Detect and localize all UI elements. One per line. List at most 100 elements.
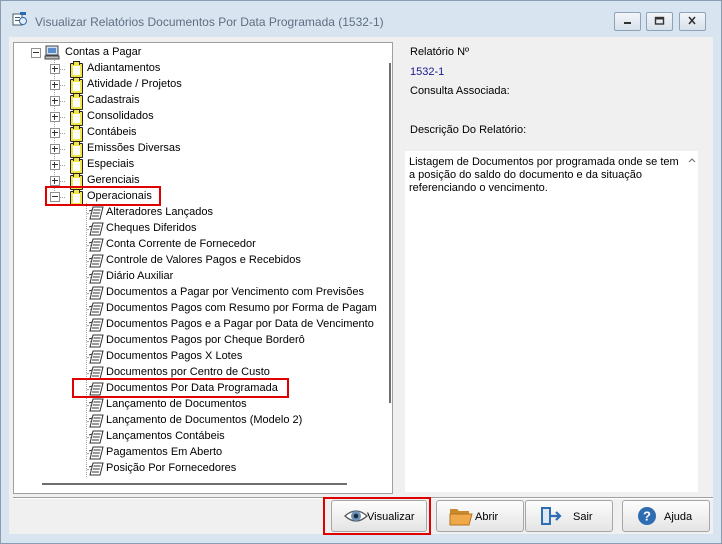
report-number-value: 1532-1: [410, 66, 445, 78]
report-document-icon: [89, 334, 104, 348]
tree-horizontal-scrollbar[interactable]: [14, 479, 380, 493]
tree-report-item[interactable]: Conta Corrente de Fornecedor: [14, 237, 380, 253]
tree-root-node[interactable]: Contas a Pagar: [14, 45, 374, 61]
tree-root-label: Contas a Pagar: [65, 46, 142, 58]
report-document-icon: [89, 398, 104, 412]
tree-folder-label: Contábeis: [87, 126, 137, 138]
sair-label: Sair: [573, 511, 593, 523]
exit-door-icon: [541, 507, 562, 525]
tree-folder-node[interactable]: Adiantamentos: [14, 61, 374, 78]
expand-icon[interactable]: [50, 112, 60, 122]
report-number-label: Relatório Nº: [410, 46, 470, 58]
minimize-button[interactable]: [614, 12, 641, 31]
tree-report-label: Controle de Valores Pagos e Recebidos: [106, 254, 301, 266]
report-document-icon: [89, 270, 104, 284]
scroll-up-arrow-icon: [688, 158, 696, 163]
expand-icon[interactable]: [50, 144, 60, 154]
report-folder-icon: [70, 141, 83, 158]
tree-report-item[interactable]: Documentos Pagos X Lotes: [14, 349, 380, 365]
description-label: Descrição Do Relatório:: [410, 124, 527, 136]
sair-button[interactable]: Sair: [525, 500, 613, 532]
tree-report-item[interactable]: Documentos Pagos e a Pagar por Data de V…: [14, 317, 380, 333]
tree-report-item[interactable]: Diário Auxiliar: [14, 269, 380, 285]
report-document-icon: [89, 254, 104, 268]
tree-vertical-scrollbar[interactable]: [382, 43, 392, 493]
tree-report-label: Alteradores Lançados: [106, 206, 214, 218]
tree-folder-label: Cadastrais: [87, 94, 140, 106]
help-icon: ?: [638, 507, 656, 525]
report-app-icon: [12, 12, 27, 26]
maximize-button[interactable]: [646, 12, 673, 31]
tree-report-label: Documentos Pagos X Lotes: [106, 350, 243, 362]
tree-report-item[interactable]: Documentos Pagos com Resumo por Forma de…: [14, 301, 380, 317]
description-scrollbar[interactable]: [686, 151, 698, 492]
tree-report-item[interactable]: Documentos a Pagar por Vencimento com Pr…: [14, 285, 380, 301]
description-text: Listagem de Documentos por programada on…: [409, 156, 679, 194]
tree-vertical-scroll-thumb[interactable]: [389, 63, 391, 403]
selected-report-highlight: [72, 378, 289, 398]
tree-report-label: Cheques Diferidos: [106, 222, 197, 234]
tree-report-label: Lançamento de Documentos: [106, 398, 247, 410]
query-label: Consulta Associada:: [410, 85, 510, 97]
visualizar-highlight: [323, 497, 431, 535]
report-document-icon: [89, 446, 104, 460]
report-document-icon: [89, 206, 104, 220]
tree-report-item[interactable]: Lançamentos Contábeis: [14, 429, 380, 445]
tree-report-item[interactable]: Documentos Pagos por Cheque Borderô: [14, 333, 380, 349]
report-tree-content: Contas a Pagar Adiantamentos Atividade / P…: [14, 43, 380, 478]
computer-icon: [44, 45, 60, 60]
tree-report-item[interactable]: Controle de Valores Pagos e Recebidos: [14, 253, 380, 269]
tree-report-label: Documentos Pagos e a Pagar por Data de V…: [106, 318, 374, 330]
tree-folder-label: Especiais: [87, 158, 135, 170]
close-icon: [688, 16, 696, 25]
abrir-button[interactable]: Abrir: [436, 500, 524, 532]
minimize-icon: [624, 22, 631, 24]
operacionais-highlight: [45, 186, 161, 206]
tree-report-label: Documentos a Pagar por Vencimento com Pr…: [106, 286, 365, 298]
tree-report-item[interactable]: Cheques Diferidos: [14, 221, 380, 237]
expand-icon[interactable]: [50, 96, 60, 106]
report-document-icon: [89, 414, 104, 428]
tree-report-item[interactable]: Pagamentos Em Aberto: [14, 445, 380, 461]
tree-report-label: Lançamentos Contábeis: [106, 430, 225, 442]
tree-folder-node[interactable]: Contábeis: [14, 125, 374, 142]
report-document-icon: [89, 286, 104, 300]
tree-report-item[interactable]: Lançamento de Documentos (Modelo 2): [14, 413, 380, 429]
tree-report-label: Documentos por Centro de Custo: [106, 366, 270, 378]
report-document-icon: [89, 318, 104, 332]
tree-report-label: Pagamentos Em Aberto: [106, 446, 223, 458]
report-document-icon: [89, 430, 104, 444]
collapse-icon[interactable]: [31, 48, 41, 58]
report-folder-icon: [70, 157, 83, 174]
expand-icon[interactable]: [50, 64, 60, 74]
report-folder-icon: [70, 125, 83, 142]
report-folder-icon: [70, 109, 83, 126]
expand-icon[interactable]: [50, 80, 60, 90]
ajuda-label: Ajuda: [664, 511, 693, 523]
tree-report-item[interactable]: Lançamento de Documentos: [14, 397, 380, 413]
tree-report-item[interactable]: Alteradores Lançados: [14, 205, 380, 221]
close-button[interactable]: [679, 12, 706, 31]
report-info-panel: Relatório Nº 1532-1 Consulta Associada: …: [398, 42, 706, 492]
tree-folder-label: Emissões Diversas: [87, 142, 181, 154]
tree-report-label: Documentos Pagos com Resumo por Forma de…: [106, 302, 377, 314]
tree-folder-node[interactable]: Atividade / Projetos: [14, 77, 374, 94]
report-tree[interactable]: Contas a Pagar Adiantamentos Atividade / P…: [13, 42, 393, 494]
tree-folder-node[interactable]: Consolidados: [14, 109, 374, 126]
open-folder-icon: [449, 509, 473, 526]
tree-folder-node[interactable]: Emissões Diversas: [14, 141, 374, 158]
report-document-icon: [89, 350, 104, 364]
report-document-icon: [89, 462, 104, 476]
tree-report-item[interactable]: Posição Por Fornecedores: [14, 461, 380, 477]
tree-horizontal-scroll-thumb[interactable]: [42, 483, 347, 485]
client-area: Contas a Pagar Adiantamentos Atividade / P…: [9, 37, 713, 535]
maximize-icon: [654, 16, 665, 25]
expand-icon[interactable]: [50, 160, 60, 170]
tree-report-label: Diário Auxiliar: [106, 270, 174, 282]
ajuda-button[interactable]: ? Ajuda: [622, 500, 710, 532]
tree-folder-node[interactable]: Especiais: [14, 157, 374, 174]
description-box[interactable]: Listagem de Documentos por programada on…: [405, 151, 693, 492]
tree-folder-node[interactable]: Cadastrais: [14, 93, 374, 110]
expand-icon[interactable]: [50, 176, 60, 186]
expand-icon[interactable]: [50, 128, 60, 138]
